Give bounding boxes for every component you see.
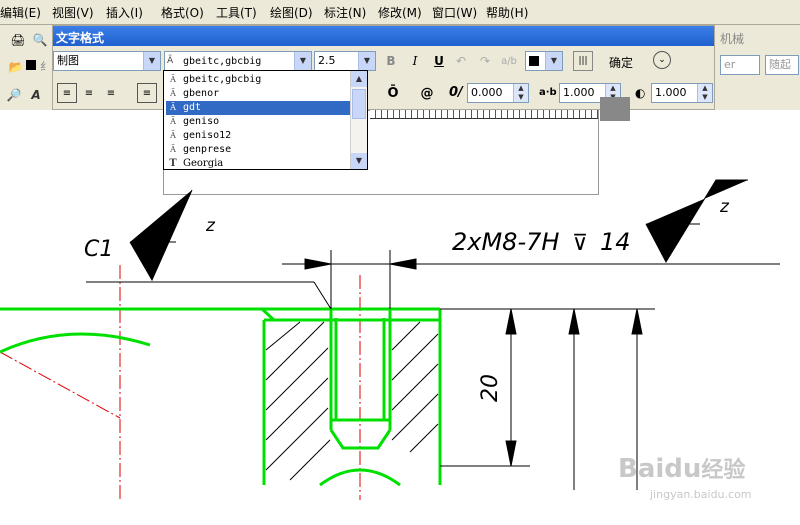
watermark-brand: Baidu经验	[618, 452, 745, 484]
font-option-label: genprese	[183, 144, 232, 155]
roughness-label-right: z	[719, 197, 730, 217]
shx-font-icon: Ã	[170, 131, 176, 140]
font-dropdown-list[interactable]: Ãgbeitc,gbcbig Ãgbenor Ãgdt Ãgeniso Ãgen…	[163, 70, 368, 170]
font-option[interactable]: Ãgeniso	[166, 115, 351, 129]
shx-font-icon: Ã	[170, 75, 176, 84]
section-hatch	[265, 321, 439, 481]
watermark-url: jingyan.baidu.com	[650, 488, 752, 501]
font-option-label: Georgia	[183, 158, 224, 169]
chamfer-label: C1	[84, 237, 113, 262]
font-option-label: geniso12	[183, 130, 232, 141]
scrollbar-thumb[interactable]	[352, 89, 366, 119]
font-option[interactable]: Ãgbenor	[166, 87, 351, 101]
font-list-scrollbar[interactable]: ▲ ▼	[350, 71, 367, 169]
font-option-label: gbeitc,gbcbig	[183, 74, 262, 85]
font-option[interactable]: Ãgeniso12	[166, 129, 351, 143]
font-option-label: gbenor	[183, 88, 220, 99]
font-option[interactable]: T Georgia	[166, 157, 351, 169]
roughness-label-left: z	[205, 216, 216, 236]
watermark-brand-cn: 经验	[701, 458, 746, 483]
truetype-font-icon: T	[169, 158, 177, 169]
vertical-dimension: 20	[478, 374, 503, 402]
font-option-label: geniso	[183, 116, 220, 127]
depth-symbol: ⊽	[572, 231, 588, 256]
font-option-label: gdt	[183, 102, 202, 113]
font-option[interactable]: Ãgbeitc,gbcbig	[166, 73, 351, 87]
part-outline	[0, 307, 442, 487]
cad-drawing: C1 z z 2xM8-7H ⊽ 14 20	[0, 179, 780, 500]
chevron-up-icon[interactable]: ▲	[351, 71, 367, 87]
watermark-brand-text: Baidu	[618, 454, 702, 484]
centerline	[0, 351, 121, 419]
thread-depth: 14	[600, 228, 631, 256]
shx-font-icon: Ã	[170, 89, 176, 98]
shx-font-icon: Ã	[170, 117, 176, 126]
thread-note: 2xM8-7H	[452, 228, 559, 256]
shx-font-icon: Ã	[170, 103, 176, 112]
dimensions	[86, 179, 780, 490]
font-option-selected[interactable]: Ãgdt	[166, 101, 351, 115]
chevron-down-icon[interactable]: ▼	[351, 153, 367, 169]
font-option[interactable]: Ãgenprese	[166, 143, 351, 157]
shx-font-icon: Ã	[170, 145, 176, 154]
